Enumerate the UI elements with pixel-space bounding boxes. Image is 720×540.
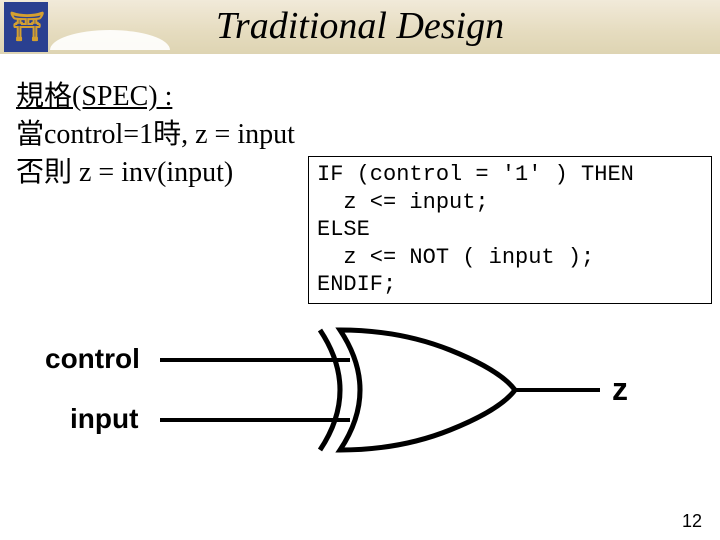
xor-gate-arc bbox=[320, 330, 340, 450]
code-line-3: ELSE bbox=[317, 217, 370, 242]
xor-gate-diagram: control input z bbox=[40, 320, 680, 480]
page-number: 12 bbox=[682, 511, 702, 532]
label-input: input bbox=[70, 403, 138, 434]
label-control: control bbox=[45, 343, 140, 374]
code-box: IF (control = '1' ) THEN z <= input; ELS… bbox=[308, 156, 712, 304]
spec-heading: 規格(SPEC) : bbox=[16, 78, 295, 116]
code-line-1: IF (control = '1' ) THEN bbox=[317, 162, 634, 187]
xor-gate-body bbox=[340, 330, 515, 450]
code-line-2: z <= input; bbox=[317, 190, 489, 215]
spec-line-1: 當control=1時, z = input bbox=[16, 116, 295, 154]
slide-header: ⛩ Traditional Design bbox=[0, 0, 720, 60]
spec-line-2: 否則 z = inv(input) bbox=[16, 154, 295, 192]
slide-title: Traditional Design bbox=[0, 4, 720, 48]
code-line-4: z <= NOT ( input ); bbox=[317, 245, 594, 270]
label-output: z bbox=[612, 371, 628, 407]
spec-text: 規格(SPEC) : 當control=1時, z = input 否則 z =… bbox=[16, 78, 295, 191]
code-line-5: ENDIF; bbox=[317, 272, 396, 297]
